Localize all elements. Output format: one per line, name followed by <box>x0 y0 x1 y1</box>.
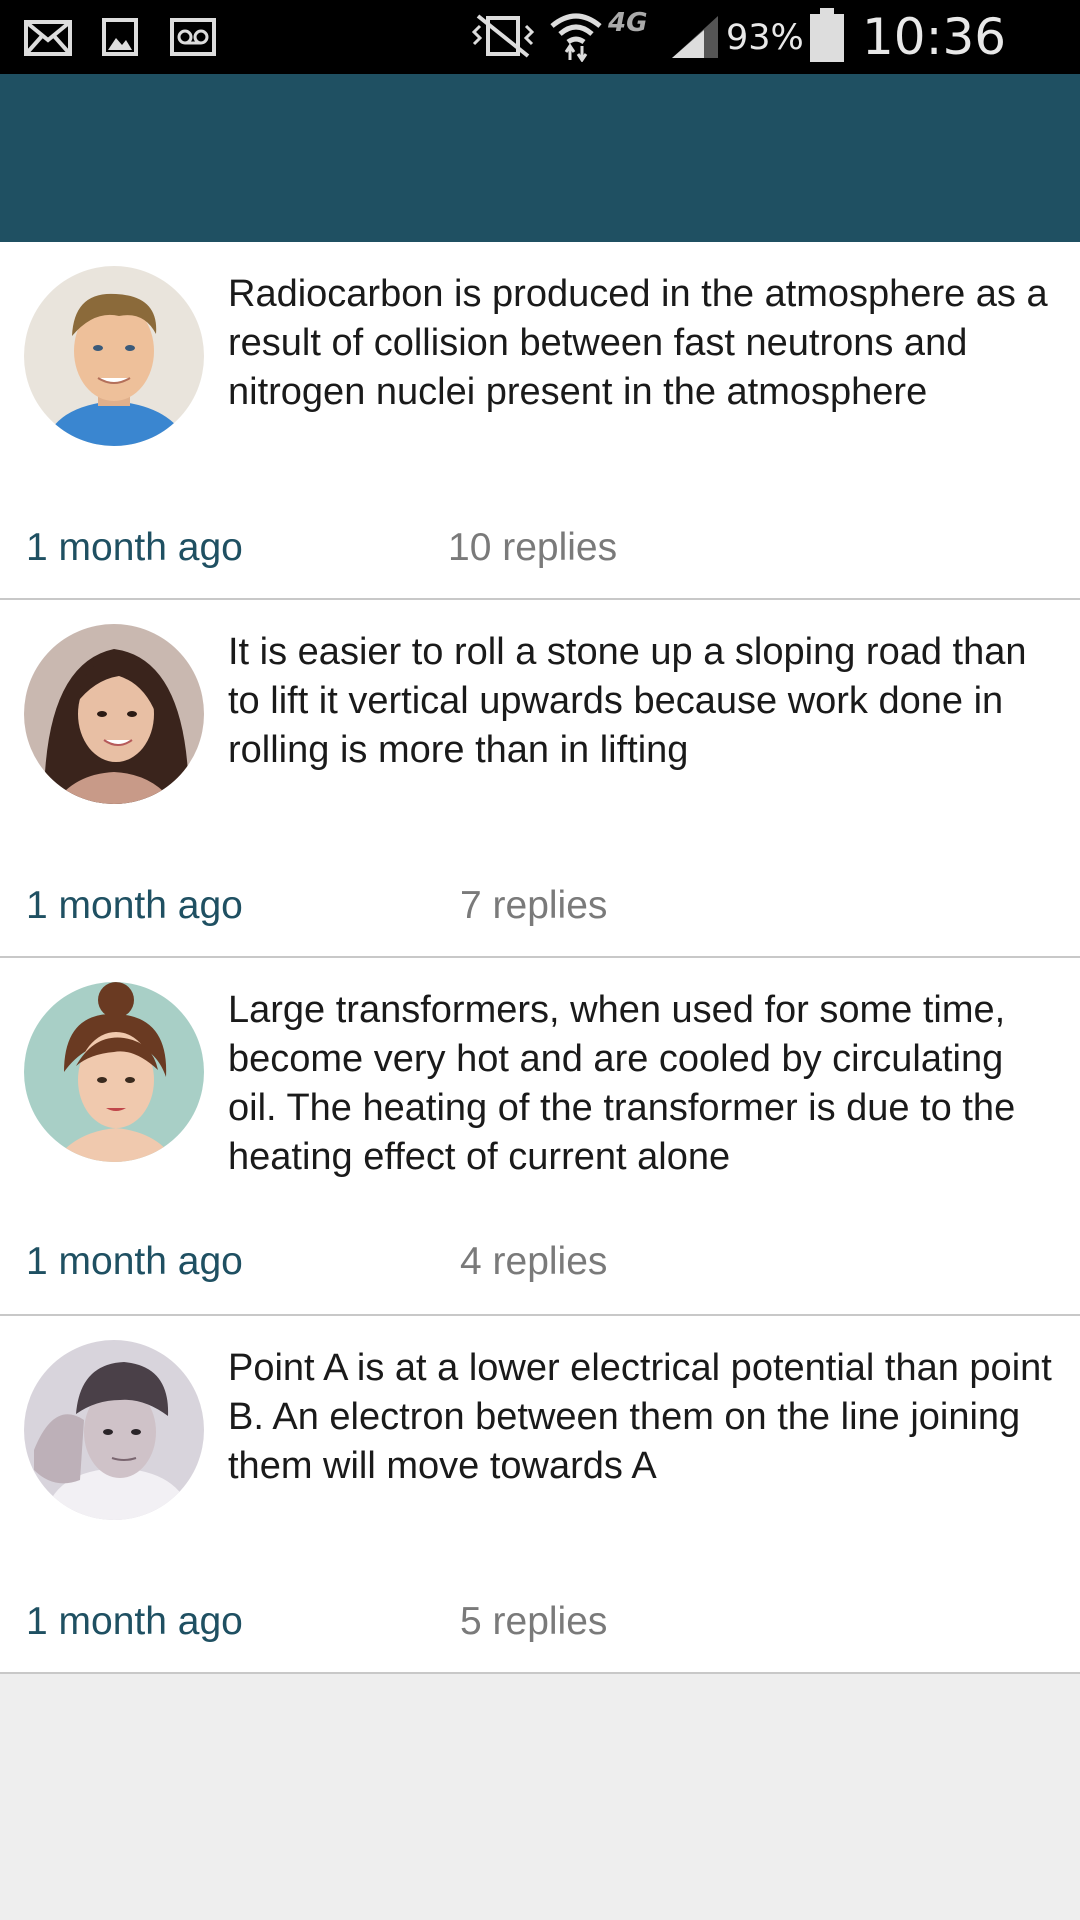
woman-bun-avatar[interactable] <box>24 982 204 1162</box>
mail-icon <box>24 20 72 56</box>
post-list: Radiocarbon is produced in the atmospher… <box>0 242 1080 1674</box>
post-time: 1 month ago <box>26 1600 243 1643</box>
post-text: Large transformers, when used for some t… <box>228 989 1016 1178</box>
post-time: 1 month ago <box>26 884 243 927</box>
battery-percent: 93% <box>726 18 804 58</box>
replies-count[interactable]: 10 replies <box>448 526 617 570</box>
list-item[interactable]: It is easier to roll a stone up a slopin… <box>0 600 1080 958</box>
man-beanie-avatar[interactable] <box>24 1340 204 1520</box>
post-text: Radiocarbon is produced in the atmospher… <box>228 273 1048 413</box>
battery-icon <box>810 8 844 62</box>
post-text: It is easier to roll a stone up a slopin… <box>228 631 1027 771</box>
status-bar: 4G 93% 10:36 PM <box>0 0 1080 124</box>
image-icon <box>102 18 138 56</box>
app-bar <box>0 74 1080 242</box>
man-avatar[interactable] <box>24 266 204 446</box>
network-label: 4G <box>608 8 648 38</box>
voicemail-icon <box>170 18 216 56</box>
list-item[interactable]: Point A is at a lower electrical potenti… <box>0 1316 1080 1674</box>
list-item[interactable]: Large transformers, when used for some t… <box>0 958 1080 1316</box>
post-text: Point A is at a lower electrical potenti… <box>228 1347 1052 1487</box>
replies-count[interactable]: 7 replies <box>460 884 607 928</box>
replies-count[interactable]: 4 replies <box>460 1240 607 1284</box>
post-time: 1 month ago <box>26 526 243 569</box>
replies-count[interactable]: 5 replies <box>460 1600 607 1644</box>
signal-icon <box>672 16 718 58</box>
woman-avatar[interactable] <box>24 624 204 804</box>
list-item[interactable]: Radiocarbon is produced in the atmospher… <box>0 242 1080 600</box>
wifi-icon <box>550 13 602 62</box>
post-time: 1 month ago <box>26 1240 243 1283</box>
vibrate-icon <box>471 14 535 58</box>
